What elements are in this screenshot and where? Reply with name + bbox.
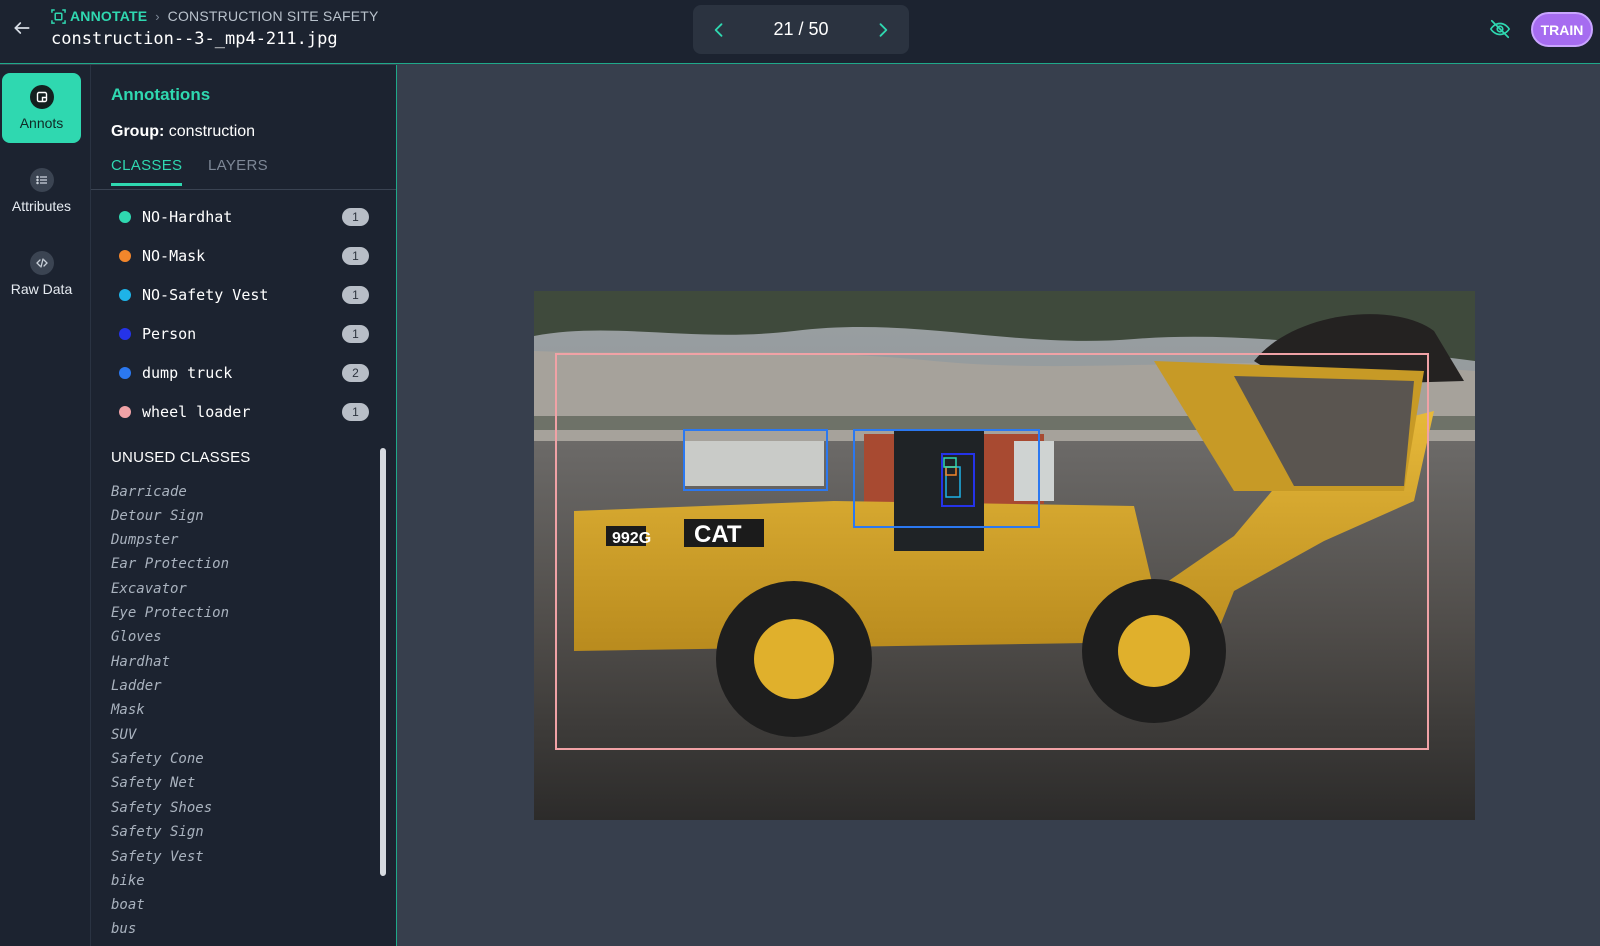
- unused-class-item[interactable]: boat: [111, 897, 145, 913]
- class-count-badge: 1: [342, 325, 369, 343]
- tab-layers[interactable]: LAYERS: [208, 157, 268, 183]
- image-pager: 21 / 50: [693, 5, 909, 54]
- construction-scene: 992G CAT: [534, 291, 1475, 820]
- group-key: Group:: [111, 123, 165, 140]
- class-name: dump truck: [142, 364, 233, 382]
- class-count-badge: 1: [342, 208, 369, 226]
- class-name: Person: [142, 325, 197, 343]
- annotated-image[interactable]: 992G CAT: [534, 291, 1475, 820]
- unused-class-item[interactable]: Hardhat: [111, 654, 170, 670]
- unused-class-item[interactable]: Dumpster: [111, 532, 178, 548]
- unused-class-item[interactable]: Safety Net: [111, 775, 195, 791]
- previous-image-icon[interactable]: [709, 20, 729, 40]
- breadcrumb: ANNOTATE › CONSTRUCTION SITE SAFETY: [51, 8, 379, 24]
- list-icon: [29, 168, 54, 192]
- class-color-dot: [119, 289, 131, 301]
- rail-label-raw-data: Raw Data: [10, 281, 73, 297]
- back-arrow-icon[interactable]: [12, 18, 32, 38]
- panel-scrollbar[interactable]: [380, 448, 386, 876]
- class-name: NO-Hardhat: [142, 208, 233, 226]
- class-row[interactable]: NO-Hardhat 1: [119, 206, 369, 228]
- class-count-badge: 2: [342, 364, 369, 382]
- class-name: wheel loader: [142, 403, 251, 421]
- decal-model-text: 992G: [612, 530, 651, 547]
- panel-title: Annotations: [111, 85, 211, 104]
- file-name: construction--3-_mp4-211.jpg: [51, 29, 338, 49]
- side-rail: Annots Attributes Raw Data: [0, 65, 91, 946]
- decal-brand-text: CAT: [694, 521, 742, 548]
- group-label: Group: construction: [111, 123, 255, 141]
- breadcrumb-project[interactable]: CONSTRUCTION SITE SAFETY: [168, 8, 379, 24]
- class-count-badge: 1: [342, 286, 369, 304]
- unused-class-item[interactable]: Safety Vest: [111, 849, 204, 865]
- class-row[interactable]: dump truck 2: [119, 362, 369, 384]
- unused-class-item[interactable]: bus: [111, 921, 136, 937]
- train-button[interactable]: TRAIN: [1531, 12, 1593, 47]
- unused-class-item[interactable]: Mask: [111, 702, 145, 718]
- class-color-dot: [119, 250, 131, 262]
- annotations-panel: Annotations Group: construction CLASSES …: [91, 65, 397, 946]
- rail-label-annots: Annots: [19, 115, 64, 131]
- panel-tabs: CLASSES LAYERS: [91, 155, 396, 190]
- class-color-dot: [119, 211, 131, 223]
- rail-item-raw-data[interactable]: Raw Data: [2, 239, 81, 309]
- unused-class-item[interactable]: Ear Protection: [111, 556, 229, 572]
- unused-class-item[interactable]: Safety Cone: [111, 751, 204, 767]
- class-name: NO-Mask: [142, 247, 206, 265]
- unused-classes-heading: UNUSED CLASSES: [111, 449, 251, 466]
- code-icon: [29, 251, 54, 275]
- unused-class-item[interactable]: Safety Sign: [111, 824, 204, 840]
- rail-label-attributes: Attributes: [11, 198, 72, 214]
- annotate-icon: [51, 8, 66, 24]
- unused-class-item[interactable]: Gloves: [111, 629, 162, 645]
- group-value: construction: [168, 123, 256, 140]
- image-counter: 21 / 50: [773, 19, 829, 39]
- hide-annotations-icon[interactable]: [1489, 18, 1511, 40]
- chevron-right-icon: ›: [155, 8, 160, 24]
- class-color-dot: [119, 406, 131, 418]
- class-row[interactable]: wheel loader 1: [119, 401, 369, 423]
- class-row[interactable]: NO-Mask 1: [119, 245, 369, 267]
- tab-classes[interactable]: CLASSES: [111, 157, 183, 186]
- unused-class-item[interactable]: Excavator: [111, 581, 187, 597]
- class-color-dot: [119, 328, 131, 340]
- unused-class-item[interactable]: bike: [111, 873, 145, 889]
- rail-item-annots[interactable]: Annots: [2, 73, 81, 143]
- unused-class-item[interactable]: Detour Sign: [111, 508, 204, 524]
- unused-class-item[interactable]: Barricade: [111, 484, 187, 500]
- unused-class-item[interactable]: Eye Protection: [111, 605, 229, 621]
- unused-class-item[interactable]: Ladder: [111, 678, 162, 694]
- class-row[interactable]: NO-Safety Vest 1: [119, 284, 369, 306]
- breadcrumb-annotate[interactable]: ANNOTATE: [70, 8, 147, 24]
- rail-item-attributes[interactable]: Attributes: [2, 156, 81, 226]
- unused-class-item[interactable]: SUV: [111, 727, 136, 743]
- class-count-badge: 1: [342, 247, 369, 265]
- class-count-badge: 1: [342, 403, 369, 421]
- top-bar: ANNOTATE › CONSTRUCTION SITE SAFETY cons…: [0, 0, 1600, 64]
- annotation-icon: [29, 85, 54, 109]
- class-row[interactable]: Person 1: [119, 323, 369, 345]
- class-name: NO-Safety Vest: [142, 286, 269, 304]
- class-color-dot: [119, 367, 131, 379]
- unused-class-item[interactable]: Safety Shoes: [111, 800, 212, 816]
- next-image-icon[interactable]: [873, 20, 893, 40]
